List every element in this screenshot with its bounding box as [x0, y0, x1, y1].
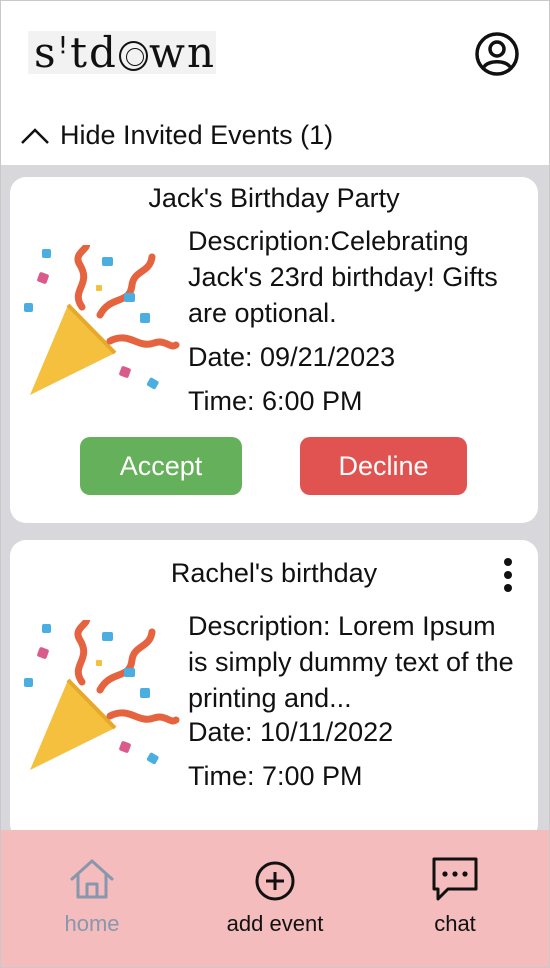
event-title: Rachel's birthday [170, 558, 378, 588]
plus-circle-icon [255, 861, 295, 901]
event-title: Jack's Birthday Party [148, 183, 400, 213]
accept-button[interactable]: Accept [80, 437, 242, 495]
chat-bubble-icon [432, 857, 478, 901]
decline-button[interactable]: Decline [300, 437, 467, 495]
app-header: s ꜝ td wn Hide Invited Events (1) [0, 0, 550, 165]
nav-home-label: home [64, 911, 120, 936]
event-description: Description: Lorem Ipsum is simply dummy… [188, 611, 514, 713]
bottom-nav: home add event chat [0, 830, 550, 968]
event-description: Description:Celebrating Jack's 23rd birt… [188, 226, 498, 328]
nav-home[interactable]: home [40, 855, 144, 937]
nav-chat[interactable]: chat [405, 855, 505, 937]
kebab-menu-icon[interactable] [502, 558, 514, 592]
party-popper-icon [24, 620, 180, 770]
toggle-label: Hide Invited Events (1) [60, 119, 334, 150]
nav-add-event-label: add event [226, 911, 324, 936]
hide-invited-events-toggle[interactable]: Hide Invited Events (1) [20, 115, 333, 155]
user-circle-icon[interactable] [474, 31, 520, 77]
nav-chat-label: chat [434, 911, 476, 936]
event-date: Date: 10/11/2022 [188, 717, 394, 747]
chevron-up-icon [21, 128, 49, 144]
party-popper-icon [24, 245, 180, 395]
event-date: Date: 09/21/2023 [188, 342, 396, 372]
event-time: Time: 6:00 PM [188, 386, 363, 416]
nav-add-event[interactable]: add event [205, 855, 345, 937]
event-time: Time: 7:00 PM [188, 761, 363, 791]
home-icon [70, 859, 114, 899]
sitdown-logo: s ꜝ td wn [28, 31, 216, 74]
